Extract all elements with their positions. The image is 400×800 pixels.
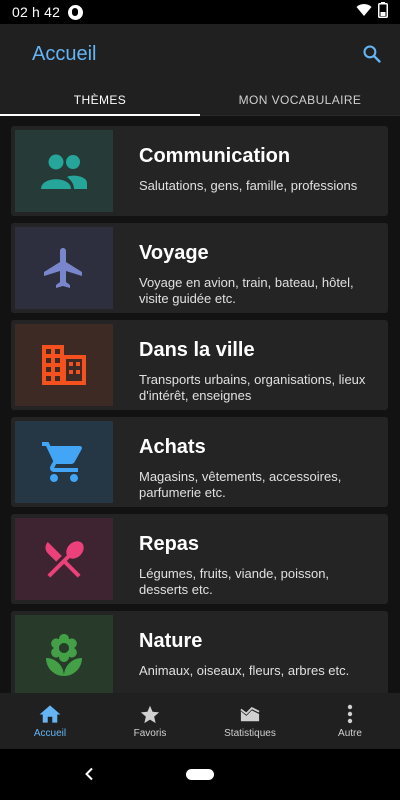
- more-vert-icon: [347, 704, 353, 723]
- page-title: Accueil: [32, 42, 97, 65]
- theme-icon-box: [15, 615, 113, 693]
- status-bar: 02 h 42: [0, 0, 400, 24]
- chart-icon: [240, 706, 260, 721]
- theme-card-achats[interactable]: Achats Magasins, vêtements, accessoires,…: [11, 417, 388, 507]
- system-navigation-bar: [0, 749, 400, 800]
- tab-label: THÈMES: [73, 92, 127, 107]
- status-time: 02 h 42: [12, 4, 61, 20]
- nav-item-accueil[interactable]: Accueil: [0, 693, 100, 749]
- tab-bar: THÈMES MON VOCABULAIRE: [0, 84, 400, 116]
- theme-title: Repas: [139, 533, 200, 555]
- system-home-button[interactable]: [186, 769, 214, 780]
- tab-label: MON VOCABULAIRE: [238, 92, 362, 107]
- battery-icon: [378, 1, 388, 23]
- theme-icon-box: [15, 518, 113, 600]
- theme-description: Salutations, gens, famille, professions: [139, 178, 358, 193]
- status-icons: [356, 1, 388, 23]
- notification-app-icon: [68, 4, 84, 20]
- theme-icon-box: [15, 324, 113, 406]
- nav-label: Statistiques: [224, 727, 276, 739]
- bottom-navigation: Accueil Favoris Statistiques Autre: [0, 693, 400, 749]
- theme-list[interactable]: Communication Salutations, gens, famille…: [0, 116, 400, 693]
- airplane-icon: [44, 248, 82, 288]
- app-bar: Accueil: [0, 24, 400, 84]
- theme-card-communication[interactable]: Communication Salutations, gens, famille…: [11, 126, 388, 216]
- tab-my-vocabulary[interactable]: MON VOCABULAIRE: [200, 84, 400, 115]
- home-icon: [39, 704, 61, 723]
- people-icon: [41, 154, 87, 189]
- system-back-button[interactable]: [80, 764, 98, 784]
- theme-title: Voyage: [139, 242, 209, 264]
- theme-card-nature[interactable]: Nature Animaux, oiseaux, fleurs, arbres …: [11, 611, 388, 693]
- theme-icon-box: [15, 227, 113, 309]
- theme-title: Achats: [139, 436, 206, 458]
- nav-label: Favoris: [133, 728, 167, 739]
- theme-description: Transports urbains, organisations, lieux…: [139, 372, 366, 403]
- theme-description: Légumes, fruits, viande, poisson, desser…: [139, 566, 330, 597]
- theme-title: Nature: [139, 630, 203, 652]
- theme-description: Animaux, oiseaux, fleurs, arbres etc.: [139, 663, 350, 678]
- nav-label: Accueil: [33, 727, 67, 739]
- nav-item-statistiques[interactable]: Statistiques: [200, 693, 300, 749]
- fork-spoon-icon: [45, 541, 84, 578]
- theme-title: Dans la ville: [139, 339, 255, 361]
- nav-label: Autre: [338, 727, 362, 739]
- theme-card-dans-la-ville[interactable]: Dans la ville Transports urbains, organi…: [11, 320, 388, 410]
- theme-card-voyage[interactable]: Voyage Voyage en avion, train, bateau, h…: [11, 223, 388, 313]
- star-icon: [140, 705, 160, 724]
- theme-description: Voyage en avion, train, bateau, hôtel, v…: [139, 275, 354, 306]
- wifi-icon: [356, 3, 372, 22]
- flower-icon: [46, 634, 82, 676]
- building-icon: [42, 345, 86, 385]
- search-button[interactable]: [360, 42, 384, 66]
- cart-icon: [42, 442, 83, 482]
- theme-card-repas[interactable]: Repas Légumes, fruits, viande, poisson, …: [11, 514, 388, 604]
- theme-icon-box: [15, 130, 113, 212]
- nav-item-favoris[interactable]: Favoris: [100, 693, 200, 749]
- theme-icon-box: [15, 421, 113, 503]
- back-chevron-icon: [85, 767, 93, 781]
- nav-item-autre[interactable]: Autre: [300, 693, 400, 749]
- theme-title: Communication: [139, 145, 291, 167]
- search-icon: [363, 45, 381, 63]
- tab-themes[interactable]: THÈMES: [0, 84, 200, 116]
- theme-description: Magasins, vêtements, accessoires, parfum…: [139, 469, 342, 500]
